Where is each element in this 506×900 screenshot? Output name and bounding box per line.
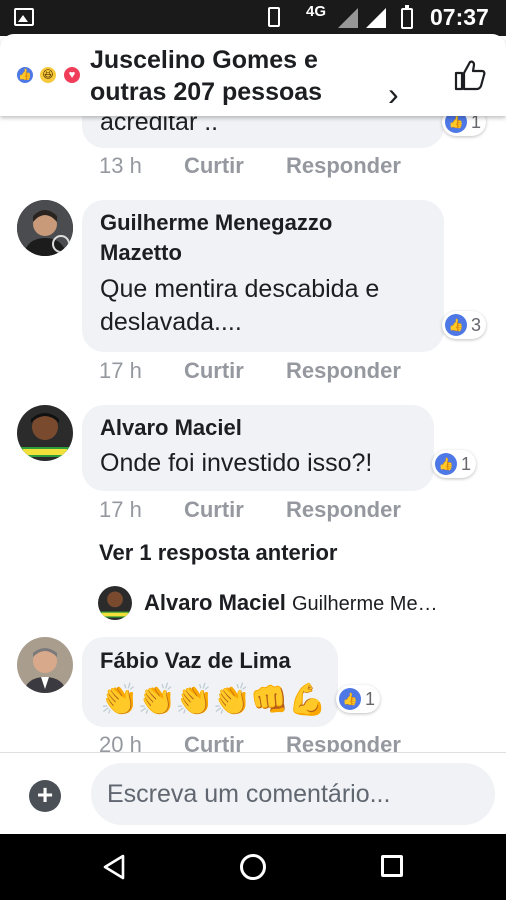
- reply-author: Alvaro Maciel: [144, 590, 286, 615]
- reply-button[interactable]: Responder: [286, 497, 401, 522]
- comment-author[interactable]: Fábio Vaz de Lima: [100, 646, 291, 676]
- comment-bubble[interactable]: acreditar ..: [82, 116, 444, 148]
- comment-text: acreditar ..: [100, 116, 219, 136]
- reply-button[interactable]: Responder: [286, 732, 401, 752]
- like-reaction-icon: 👍: [15, 65, 35, 85]
- comment-reaction-count[interactable]: 👍 1: [442, 116, 486, 136]
- comment-input[interactable]: [91, 763, 495, 825]
- comment-bubble[interactable]: Fábio Vaz de Lima 👏👏👏👏👊💪: [82, 637, 338, 727]
- cell-signal-icon: [366, 8, 386, 28]
- status-bar: 4G 07:37: [0, 0, 506, 36]
- avatar[interactable]: [17, 405, 73, 461]
- haha-reaction-icon: 😆: [38, 65, 58, 85]
- chevron-right-icon[interactable]: ›: [388, 78, 399, 110]
- system-nav-bar: [0, 834, 506, 900]
- add-attachment-button[interactable]: +: [29, 780, 61, 812]
- wifi-signal-icon: [338, 8, 358, 28]
- comment-composer: +: [0, 752, 506, 834]
- photo-notification-icon: [14, 8, 34, 26]
- avatar[interactable]: [17, 200, 73, 256]
- avatar[interactable]: [17, 637, 73, 693]
- reactors-link[interactable]: Juscelino Gomes e outras 207 pessoas: [90, 44, 360, 108]
- like-comment-button[interactable]: Curtir: [184, 358, 244, 383]
- network-type: 4G: [306, 3, 327, 20]
- like-comment-button[interactable]: Curtir: [184, 497, 244, 522]
- like-comment-button[interactable]: Curtir: [184, 732, 244, 752]
- like-icon: 👍: [445, 116, 467, 133]
- reply-button[interactable]: Responder: [286, 358, 401, 383]
- comment-reaction-count[interactable]: 👍 1: [336, 685, 380, 713]
- comment-text: Que mentira descabida e deslavada....: [100, 275, 380, 336]
- comment-bubble[interactable]: Guilherme Menegazzo Mazetto Que mentira …: [82, 200, 444, 352]
- clock: 07:37: [430, 4, 489, 30]
- recent-apps-icon[interactable]: [381, 855, 403, 877]
- comment-author[interactable]: Alvaro Maciel: [100, 413, 242, 443]
- like-icon: 👍: [435, 453, 457, 475]
- like-icon: 👍: [339, 688, 361, 710]
- reply-snippet: Guilherme Me…: [291, 593, 438, 615]
- comment-meta: 20 h Curtir Responder: [99, 732, 401, 752]
- comment-time: 17 h: [99, 358, 142, 383]
- vibrate-icon: [268, 7, 280, 27]
- reactions-header: 👍 😆 ♥ Juscelino Gomes e outras 207 pesso…: [0, 34, 506, 116]
- reply-avatar[interactable]: [98, 586, 132, 620]
- view-previous-replies-link[interactable]: Ver 1 resposta anterior: [99, 540, 337, 566]
- reply-button[interactable]: Responder: [286, 153, 401, 178]
- comment-meta: 13 h Curtir Responder: [99, 153, 401, 179]
- comment-time: 20 h: [99, 732, 142, 752]
- reply-preview[interactable]: Alvaro Maciel Guilherme Me…: [144, 590, 438, 616]
- like-icon: 👍: [445, 314, 467, 336]
- comment-text: Onde foi investido isso?!: [100, 449, 373, 477]
- comment-bubble[interactable]: Alvaro Maciel Onde foi investido isso?!: [82, 405, 434, 491]
- comment-author[interactable]: Guilherme Menegazzo Mazetto: [100, 208, 400, 268]
- comment-time: 13 h: [99, 153, 142, 178]
- battery-icon: [401, 5, 413, 29]
- home-icon[interactable]: [240, 854, 266, 880]
- like-comment-button[interactable]: Curtir: [184, 153, 244, 178]
- like-post-button[interactable]: [453, 58, 487, 92]
- love-reaction-icon: ♥: [62, 65, 82, 85]
- comment-emoji-text: 👏👏👏👏👊💪: [100, 682, 327, 717]
- comment-meta: 17 h Curtir Responder: [99, 497, 401, 523]
- comment-reaction-count[interactable]: 👍 1: [432, 450, 476, 478]
- comment-meta: 17 h Curtir Responder: [99, 358, 401, 384]
- back-icon[interactable]: [102, 854, 126, 880]
- comments-list[interactable]: acreditar .. 👍 1 13 h Curtir Responder G…: [0, 116, 506, 752]
- comment-reaction-count[interactable]: 👍 3: [442, 311, 486, 339]
- comment-time: 17 h: [99, 497, 142, 522]
